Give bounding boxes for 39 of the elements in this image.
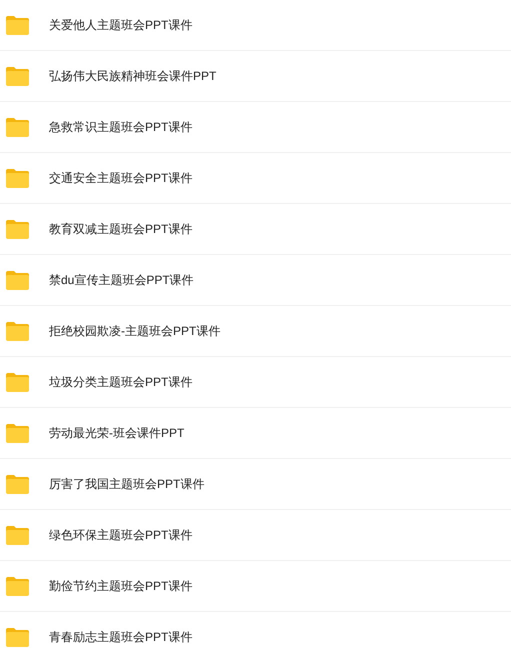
folder-icon [5, 116, 30, 138]
folder-name: 教育双减主题班会PPT课件 [49, 221, 192, 238]
folder-row[interactable]: 弘扬伟大民族精神班会课件PPT [0, 51, 511, 102]
folder-icon [5, 474, 30, 494]
folder-row[interactable]: 教育双减主题班会PPT课件 [0, 204, 511, 255]
folder-name: 交通安全主题班会PPT课件 [49, 170, 192, 187]
folder-icon [5, 626, 30, 648]
folder-row[interactable]: 拒绝校园欺凌-主题班会PPT课件 [0, 306, 511, 357]
folder-name: 急救常识主题班会PPT课件 [49, 119, 192, 136]
folder-name: 厉害了我国主题班会PPT课件 [49, 476, 204, 493]
folder-row[interactable]: 劳动最光荣-班会课件PPT [0, 408, 511, 459]
folder-row[interactable]: 关爱他人主题班会PPT课件 [0, 0, 511, 51]
folder-icon [5, 422, 30, 444]
folder-icon [5, 576, 30, 596]
folder-name: 垃圾分类主题班会PPT课件 [49, 374, 192, 391]
folder-icon [5, 524, 30, 546]
folder-row[interactable]: 交通安全主题班会PPT课件 [0, 153, 511, 204]
folder-name: 绿色环保主题班会PPT课件 [49, 527, 192, 544]
folder-name: 拒绝校园欺凌-主题班会PPT课件 [49, 323, 220, 340]
folder-icon [5, 66, 30, 86]
folder-row[interactable]: 绿色环保主题班会PPT课件 [0, 510, 511, 561]
folder-row[interactable]: 垃圾分类主题班会PPT课件 [0, 357, 511, 408]
folder-row[interactable]: 禁du宣传主题班会PPT课件 [0, 255, 511, 306]
folder-name: 关爱他人主题班会PPT课件 [49, 17, 192, 34]
folder-name: 青春励志主题班会PPT课件 [49, 629, 192, 646]
folder-row[interactable]: 急救常识主题班会PPT课件 [0, 102, 511, 153]
folder-icon [5, 372, 30, 392]
folder-row[interactable]: 勤俭节约主题班会PPT课件 [0, 561, 511, 612]
folder-name: 勤俭节约主题班会PPT课件 [49, 578, 192, 595]
folder-icon [5, 218, 30, 240]
folder-icon [5, 320, 30, 342]
folder-icon [5, 168, 30, 188]
folder-icon [5, 14, 30, 36]
folder-name: 弘扬伟大民族精神班会课件PPT [49, 68, 216, 85]
folder-name: 禁du宣传主题班会PPT课件 [49, 272, 194, 289]
folder-row[interactable]: 厉害了我国主题班会PPT课件 [0, 459, 511, 510]
folder-icon [5, 270, 30, 290]
folder-name: 劳动最光荣-班会课件PPT [49, 425, 184, 442]
folder-row[interactable]: 青春励志主题班会PPT课件 [0, 612, 511, 656]
